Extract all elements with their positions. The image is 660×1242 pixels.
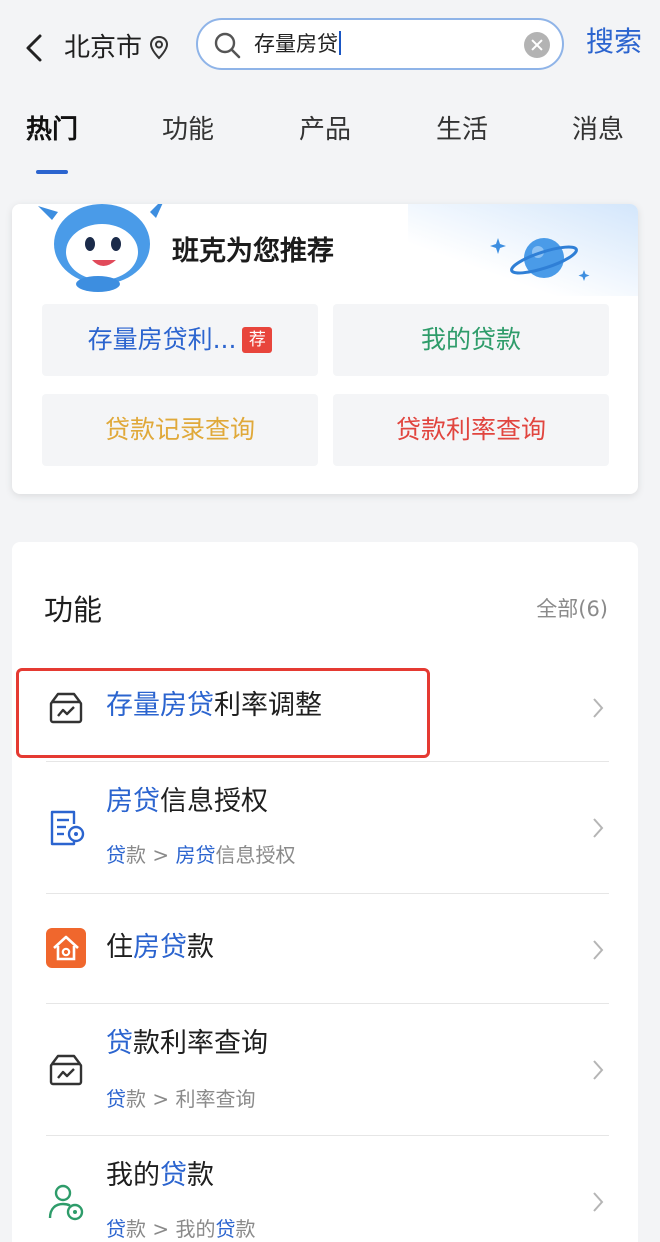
recommend-card: 班克为您推荐 存量房贷利... 荐 我的贷款 贷款记录查询 贷款利率查询: [12, 204, 638, 494]
recommend-item-my-loan[interactable]: 我的贷款: [333, 304, 609, 376]
function-row-housing-loan[interactable]: 住房贷款: [46, 894, 609, 1004]
recommend-title: 班克为您推荐: [172, 236, 334, 267]
wallet-chart-icon: [49, 1054, 83, 1086]
tab-messages[interactable]: 消息: [572, 110, 624, 150]
recommend-item-label: 存量房贷利...: [87, 325, 237, 354]
function-breadcrumb: 贷款 > 房贷信息授权: [106, 843, 296, 867]
tab-products[interactable]: 产品: [299, 110, 351, 150]
mascot-icon: [38, 204, 163, 292]
function-breadcrumb: 贷款 > 我的贷款: [106, 1217, 256, 1241]
chevron-right-icon: [593, 1060, 604, 1080]
functions-card: 功能 全部(6) 存量房贷利率调整 房贷信息授权 贷款 > 房贷信息授权 住房贷…: [12, 542, 638, 1242]
planet-icon: [490, 238, 590, 281]
clear-icon[interactable]: [524, 32, 550, 58]
chevron-right-icon: [593, 940, 604, 960]
location-pin-icon[interactable]: [148, 34, 170, 62]
recommend-badge: 荐: [242, 327, 273, 353]
tab-hot[interactable]: 热门: [26, 110, 78, 150]
recommend-item-loan-rate[interactable]: 贷款利率查询: [333, 394, 609, 466]
search-input[interactable]: 存量房贷: [196, 18, 564, 70]
active-tab-indicator: [36, 170, 68, 174]
document-authorize-icon: [50, 810, 85, 846]
function-title: 住房贷款: [106, 932, 214, 963]
search-button[interactable]: 搜索: [586, 22, 642, 62]
function-title: 房贷信息授权: [106, 786, 268, 817]
city-selector[interactable]: 北京市: [64, 28, 142, 68]
functions-title: 功能: [44, 593, 103, 627]
view-all-link[interactable]: 全部(6): [536, 594, 608, 624]
function-row-loan-rate-query[interactable]: 贷款利率查询 贷款 > 利率查询: [46, 1004, 609, 1136]
function-title: 我的贷款: [106, 1160, 214, 1191]
search-icon: [214, 32, 241, 59]
house-icon: [46, 928, 86, 968]
chevron-right-icon: [593, 818, 604, 838]
tab-life[interactable]: 生活: [436, 110, 488, 150]
function-row-my-loan[interactable]: 我的贷款 贷款 > 我的贷款: [46, 1136, 609, 1242]
top-bar: 北京市 存量房贷 搜索: [0, 0, 660, 96]
recommend-item-loan-records[interactable]: 贷款记录查询: [42, 394, 318, 466]
user-loan-icon: [48, 1184, 84, 1221]
tab-functions[interactable]: 功能: [162, 110, 214, 150]
text-cursor: [339, 31, 341, 55]
tab-bar: 热门 功能 产品 生活 消息: [0, 96, 660, 176]
function-breadcrumb: 贷款 > 利率查询: [106, 1087, 256, 1111]
highlight-box: [16, 668, 430, 758]
function-title: 贷款利率查询: [106, 1028, 268, 1059]
function-row-mortgage-authorize[interactable]: 房贷信息授权 贷款 > 房贷信息授权: [46, 762, 609, 894]
chevron-right-icon: [593, 698, 604, 718]
back-arrow-icon[interactable]: [18, 28, 52, 68]
recommend-item-stock-mortgage[interactable]: 存量房贷利... 荐: [42, 304, 318, 376]
search-query-text: 存量房贷: [254, 30, 341, 58]
chevron-right-icon: [593, 1192, 604, 1212]
